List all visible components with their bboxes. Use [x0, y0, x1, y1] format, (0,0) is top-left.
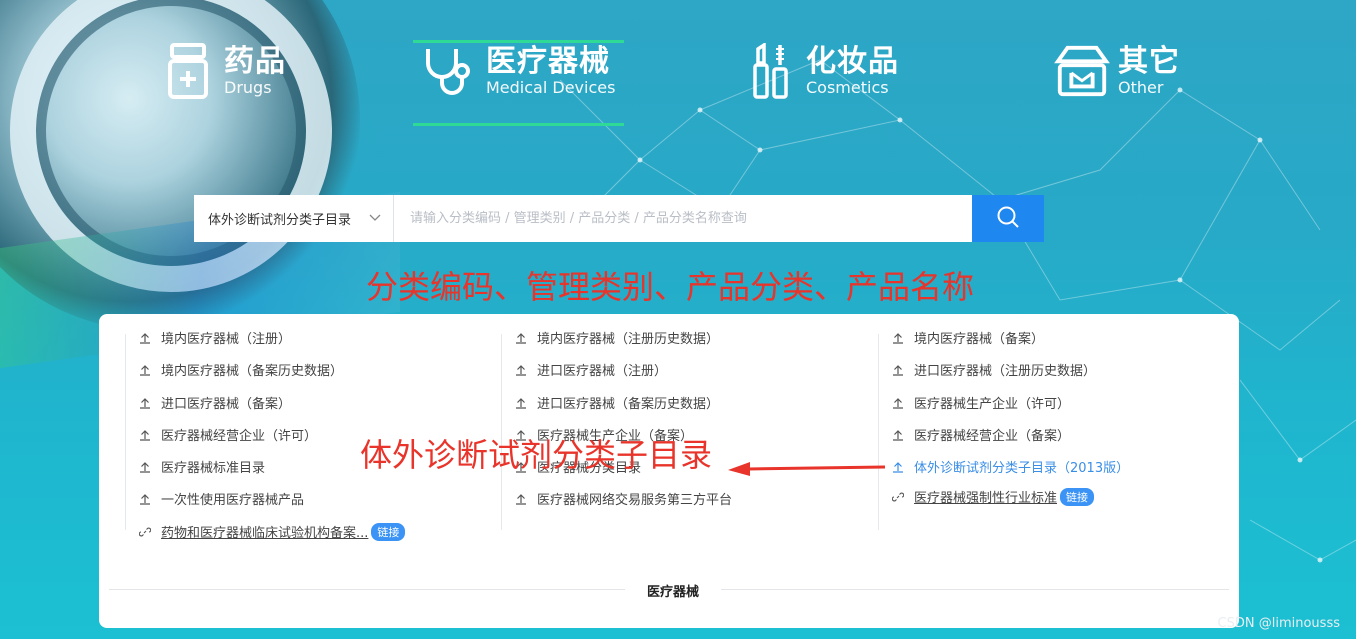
list-item[interactable]: 境内医疗器械（备案）: [891, 328, 1044, 347]
upload-icon: [891, 363, 905, 377]
list-item-label: 一次性使用医疗器械产品: [161, 493, 305, 508]
tab-cosmetics[interactable]: 化妆品 Cosmetics: [742, 40, 899, 102]
column-divider: [125, 334, 126, 530]
list-item-label: 医疗器械生产企业（许可）: [914, 397, 1071, 412]
lipstick-icon: [742, 40, 798, 102]
catalog-select-value: 体外诊断试剂分类子目录: [208, 213, 352, 228]
list-item[interactable]: 境内医疗器械（注册）: [138, 328, 291, 347]
list-item[interactable]: 进口医疗器械（注册）: [514, 360, 667, 379]
upload-icon: [138, 460, 152, 474]
list-item[interactable]: 进口医疗器械（备案历史数据）: [514, 393, 719, 412]
list-item-label: 体外诊断试剂分类子目录（2013版）: [914, 461, 1130, 476]
tab-other[interactable]: 其它 Other: [1054, 40, 1180, 102]
list-item-link[interactable]: 药物和医疗器械临床试验机构备案... 链接: [138, 522, 406, 541]
list-item-label: 医疗器械网络交易服务第三方平台: [537, 493, 733, 508]
link-badge: 链接: [1060, 487, 1095, 506]
list-item[interactable]: 进口医疗器械（注册历史数据）: [891, 360, 1096, 379]
list-item-label: 进口医疗器械（注册历史数据）: [914, 364, 1097, 379]
upload-icon: [138, 428, 152, 442]
catalog-select[interactable]: 体外诊断试剂分类子目录: [194, 195, 394, 242]
tab-medical-devices-en: Medical Devices: [486, 78, 616, 97]
drug-bottle-icon: [160, 40, 216, 102]
upload-icon: [891, 428, 905, 442]
tab-drugs-en: Drugs: [224, 78, 272, 97]
annotation-middle: 体外诊断试剂分类子目录: [360, 436, 713, 474]
chevron-down-icon: [369, 211, 381, 226]
list-item-label: 进口医疗器械（备案历史数据）: [537, 397, 720, 412]
upload-icon: [138, 331, 152, 345]
list-item-label: 进口医疗器械（注册）: [537, 364, 668, 379]
store-icon: [1054, 40, 1110, 102]
upload-icon: [138, 396, 152, 410]
tab-drugs[interactable]: 药品 Drugs: [160, 40, 286, 102]
list-item[interactable]: 医疗器械经营企业（许可）: [138, 425, 317, 444]
list-item[interactable]: 一次性使用医疗器械产品: [138, 489, 304, 508]
list-item-label: 境内医疗器械（注册）: [161, 332, 292, 347]
list-item-label: 境内医疗器械（备案）: [914, 332, 1045, 347]
tab-drugs-label: 药品: [224, 44, 286, 79]
search-bar: 体外诊断试剂分类子目录: [194, 195, 1044, 242]
list-item[interactable]: 进口医疗器械（备案）: [138, 393, 291, 412]
search-button[interactable]: [972, 195, 1044, 242]
list-item[interactable]: 境内医疗器械（备案历史数据）: [138, 360, 343, 379]
list-item[interactable]: 医疗器械网络交易服务第三方平台: [514, 489, 732, 508]
annotation-arrow-icon: [728, 462, 886, 476]
list-item-label: 药物和医疗器械临床试验机构备案...: [161, 526, 369, 541]
list-item-link[interactable]: 医疗器械强制性行业标准 链接: [891, 487, 1095, 506]
divider: [721, 589, 1229, 590]
list-item-label: 医疗器械经营企业（备案）: [914, 429, 1071, 444]
link-icon: [891, 490, 905, 504]
list-item-ivd-catalog[interactable]: 体外诊断试剂分类子目录（2013版）: [891, 457, 1129, 476]
column-divider: [878, 334, 879, 530]
list-item-label: 医疗器械强制性行业标准: [914, 491, 1058, 506]
link-badge: 链接: [371, 522, 406, 541]
panel-footer-title: 医疗器械: [647, 585, 700, 600]
tab-medical-devices[interactable]: 医疗器械 Medical Devices: [422, 40, 615, 102]
tab-other-label: 其它: [1118, 44, 1180, 79]
upload-icon: [514, 396, 528, 410]
list-item-label: 进口医疗器械（备案）: [161, 397, 292, 412]
search-icon: [996, 205, 1020, 233]
upload-icon: [138, 492, 152, 506]
tab-cosmetics-label: 化妆品: [806, 44, 899, 79]
list-item-label: 境内医疗器械（注册历史数据）: [537, 332, 720, 347]
annotation-top: 分类编码、管理类别、产品分类、产品名称: [366, 268, 975, 306]
tab-cosmetics-en: Cosmetics: [806, 78, 889, 97]
watermark: CSDN @liminousss: [1217, 616, 1340, 631]
list-item[interactable]: 医疗器械经营企业（备案）: [891, 425, 1070, 444]
search-input[interactable]: [394, 195, 972, 242]
divider: [109, 589, 625, 590]
list-item[interactable]: 境内医疗器械（注册历史数据）: [514, 328, 719, 347]
upload-icon: [891, 331, 905, 345]
upload-icon: [514, 331, 528, 345]
list-item[interactable]: 医疗器械生产企业（许可）: [891, 393, 1070, 412]
link-icon: [138, 525, 152, 539]
tab-medical-devices-label: 医疗器械: [486, 44, 610, 79]
tab-other-en: Other: [1118, 78, 1164, 97]
list-item-label: 医疗器械标准目录: [161, 461, 266, 476]
list-item-label: 医疗器械经营企业（许可）: [161, 429, 318, 444]
upload-icon: [138, 363, 152, 377]
list-item[interactable]: 医疗器械标准目录: [138, 457, 265, 476]
upload-icon: [514, 363, 528, 377]
stethoscope-icon: [422, 40, 478, 102]
list-item-label: 境内医疗器械（备案历史数据）: [161, 364, 344, 379]
upload-icon: [514, 492, 528, 506]
upload-icon: [891, 460, 905, 474]
upload-icon: [891, 396, 905, 410]
